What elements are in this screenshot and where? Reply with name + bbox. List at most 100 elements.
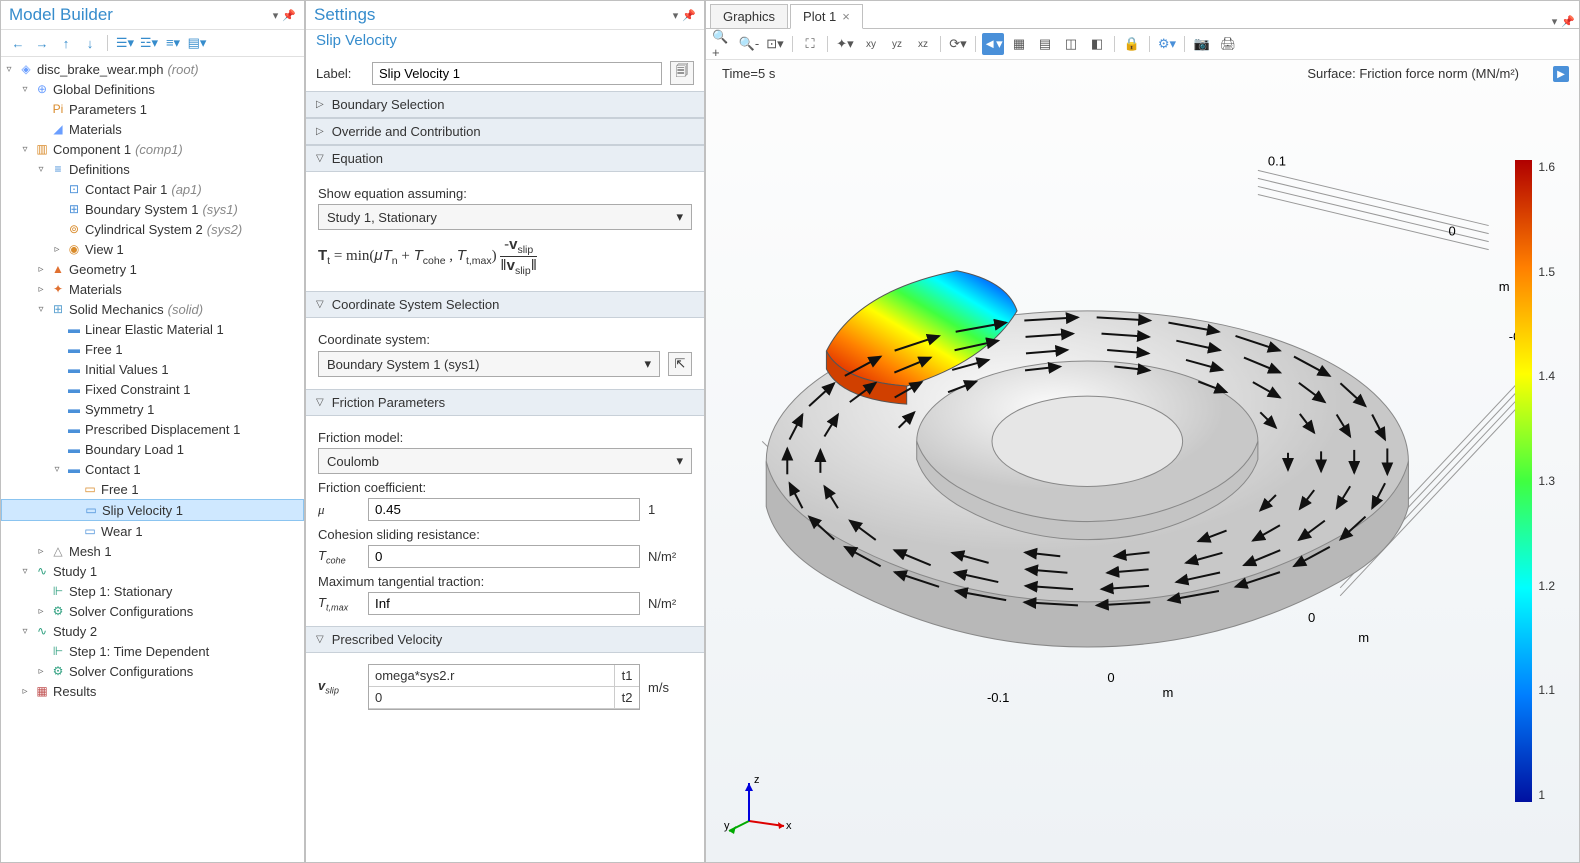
model-builder-toolbar: ← → ↑ ↓ ☰▾ ☲▾ ≡▾ ▤▾ bbox=[1, 30, 304, 57]
tree-item[interactable]: ▭Wear 1 bbox=[1, 521, 304, 541]
vslip-symbol: vslip bbox=[318, 678, 360, 696]
model-tree[interactable]: ▿◈disc_brake_wear.mph(root)▿⊕Global Defi… bbox=[1, 57, 304, 862]
settings-subtitle: Slip Velocity bbox=[306, 30, 704, 55]
section-boundary-selection[interactable]: ▷Boundary Selection bbox=[306, 91, 704, 118]
eq-assume-select[interactable]: Study 1, Stationary▾ bbox=[318, 204, 692, 230]
back-button[interactable]: ← bbox=[9, 34, 27, 52]
tree-item[interactable]: ▿∿Study 1 bbox=[1, 561, 304, 581]
ttmax-symbol: Tt,max bbox=[318, 595, 360, 613]
tree-item[interactable]: ▹◉View 1 bbox=[1, 239, 304, 259]
list-button[interactable]: ≡▾ bbox=[164, 34, 182, 52]
tree-item[interactable]: ▿⊕Global Definitions bbox=[1, 79, 304, 99]
ttmax-label: Maximum tangential traction: bbox=[318, 574, 692, 589]
view-yz-icon[interactable]: yz bbox=[886, 33, 908, 55]
section-override[interactable]: ▷Override and Contribution bbox=[306, 118, 704, 145]
tree-item[interactable]: ▬Initial Values 1 bbox=[1, 359, 304, 379]
zoom-extents-icon[interactable]: ⊡▾ bbox=[764, 33, 786, 55]
section-prescribed[interactable]: ▽Prescribed Velocity bbox=[306, 626, 704, 653]
tcohe-label: Cohesion sliding resistance: bbox=[318, 527, 692, 542]
tree-item[interactable]: ▬Fixed Constraint 1 bbox=[1, 379, 304, 399]
tree-item[interactable]: ▿◈disc_brake_wear.mph(root) bbox=[1, 59, 304, 79]
tree-item[interactable]: ▿⊞Solid Mechanics(solid) bbox=[1, 299, 304, 319]
friction-model-label: Friction model: bbox=[318, 430, 692, 445]
view-default-icon[interactable]: ✦▾ bbox=[834, 33, 856, 55]
settings-icon[interactable]: ⚙▾ bbox=[1156, 33, 1178, 55]
section-friction[interactable]: ▽Friction Parameters bbox=[306, 389, 704, 416]
label-edit-button[interactable]: 🗐 bbox=[670, 61, 694, 85]
ttmax-input[interactable] bbox=[368, 592, 640, 615]
svg-text:m: m bbox=[1358, 630, 1369, 645]
zoom-out-icon[interactable]: 🔍- bbox=[738, 33, 760, 55]
zoom-in-icon[interactable]: 🔍+ bbox=[712, 33, 734, 55]
grid-icon[interactable]: ▤ bbox=[1034, 33, 1056, 55]
view-button[interactable]: ▤▾ bbox=[188, 34, 206, 52]
lock-icon[interactable]: 🔒 bbox=[1121, 33, 1143, 55]
tree-item[interactable]: ⊩Step 1: Stationary bbox=[1, 581, 304, 601]
up-button[interactable]: ↑ bbox=[57, 34, 75, 52]
tree-item[interactable]: PiParameters 1 bbox=[1, 99, 304, 119]
coord-select[interactable]: Boundary System 1 (sys1)▾ bbox=[318, 351, 660, 377]
transparency-icon[interactable]: ◧ bbox=[1086, 33, 1108, 55]
coord-goto-button[interactable]: ⇱ bbox=[668, 352, 692, 376]
tree-item[interactable]: ▹△Mesh 1 bbox=[1, 541, 304, 561]
forward-button[interactable]: → bbox=[33, 34, 51, 52]
tree-item[interactable]: ▿▥Component 1(comp1) bbox=[1, 139, 304, 159]
tab-graphics[interactable]: Graphics bbox=[710, 4, 788, 29]
down-button[interactable]: ↓ bbox=[81, 34, 99, 52]
section-coord-sys[interactable]: ▽Coordinate System Selection bbox=[306, 291, 704, 318]
tree-item[interactable]: ⊡Contact Pair 1(ap1) bbox=[1, 179, 304, 199]
tree-item[interactable]: ▭Free 1 bbox=[1, 479, 304, 499]
tree-item[interactable]: ▬Boundary Load 1 bbox=[1, 439, 304, 459]
expand-button[interactable]: ☰▾ bbox=[116, 34, 134, 52]
camera-icon[interactable]: 📷 bbox=[1191, 33, 1213, 55]
section-equation[interactable]: ▽Equation bbox=[306, 145, 704, 172]
tree-item[interactable]: ▬Linear Elastic Material 1 bbox=[1, 319, 304, 339]
tree-item[interactable]: ⊚Cylindrical System 2(sys2) bbox=[1, 219, 304, 239]
pin-icon[interactable]: 📌 bbox=[282, 9, 296, 22]
tree-item[interactable]: ▬Symmetry 1 bbox=[1, 399, 304, 419]
tree-item[interactable]: ▹⚙Solver Configurations bbox=[1, 601, 304, 621]
tree-item[interactable]: ◢Materials bbox=[1, 119, 304, 139]
settings-body: Label: 🗐 ▷Boundary Selection ▷Override a… bbox=[306, 55, 704, 862]
tree-item[interactable]: ▿∿Study 2 bbox=[1, 621, 304, 641]
dropdown-icon[interactable]: ▾ bbox=[273, 9, 279, 22]
tree-item[interactable]: ▭Slip Velocity 1 bbox=[1, 499, 304, 521]
tree-item[interactable]: ⊞Boundary System 1(sys1) bbox=[1, 199, 304, 219]
plot-svg: 0.1 0 -0.1 m 0 m 0 m -0.1 bbox=[706, 60, 1579, 843]
tree-item[interactable]: ▹✦Materials bbox=[1, 279, 304, 299]
tree-item[interactable]: ▿≡Definitions bbox=[1, 159, 304, 179]
dropdown-icon[interactable]: ▾ bbox=[673, 9, 679, 22]
pin-icon[interactable]: 📌 bbox=[682, 9, 696, 22]
view-xz-icon[interactable]: xz bbox=[912, 33, 934, 55]
dropdown-icon[interactable]: ▾ bbox=[1552, 15, 1558, 28]
ttmax-unit: N/m² bbox=[648, 596, 692, 611]
mu-symbol: μ bbox=[318, 502, 360, 518]
print-icon[interactable]: 🖨 bbox=[1217, 33, 1239, 55]
vslip-table[interactable]: omega*sys2.rt1 0t2 bbox=[368, 664, 640, 710]
pin-icon[interactable]: 📌 bbox=[1561, 15, 1575, 28]
mesh-icon[interactable]: ◫ bbox=[1060, 33, 1082, 55]
close-icon[interactable]: × bbox=[842, 9, 850, 24]
tree-item[interactable]: ▹▲Geometry 1 bbox=[1, 259, 304, 279]
tree-item[interactable]: ▿▬Contact 1 bbox=[1, 459, 304, 479]
tree-item[interactable]: ⊩Step 1: Time Dependent bbox=[1, 641, 304, 661]
label-input[interactable] bbox=[372, 62, 662, 85]
model-builder-header: Model Builder ▾ 📌 bbox=[1, 1, 304, 30]
collapse-button[interactable]: ☲▾ bbox=[140, 34, 158, 52]
model-builder-panel: Model Builder ▾ 📌 ← → ↑ ↓ ☰▾ ☲▾ ≡▾ ▤▾ ▿◈… bbox=[0, 0, 305, 863]
tree-item[interactable]: ▬Prescribed Displacement 1 bbox=[1, 419, 304, 439]
axis-triad: x y z bbox=[724, 771, 794, 844]
tab-plot1[interactable]: Plot 1× bbox=[790, 4, 863, 29]
rotate-icon[interactable]: ⟳▾ bbox=[947, 33, 969, 55]
zoom-box-icon[interactable]: ⛶ bbox=[799, 33, 821, 55]
graphics-canvas[interactable]: Time=5 s Surface: Friction force norm (M… bbox=[706, 60, 1579, 862]
tcohe-input[interactable] bbox=[368, 545, 640, 568]
tree-item[interactable]: ▹▦Results bbox=[1, 681, 304, 701]
tree-item[interactable]: ▬Free 1 bbox=[1, 339, 304, 359]
tree-item[interactable]: ▹⚙Solver Configurations bbox=[1, 661, 304, 681]
mu-input[interactable] bbox=[368, 498, 640, 521]
friction-model-select[interactable]: Coulomb▾ bbox=[318, 448, 692, 474]
view-xy-icon[interactable]: xy bbox=[860, 33, 882, 55]
select-icon[interactable]: ◄▾ bbox=[982, 33, 1004, 55]
wireframe-icon[interactable]: ▦ bbox=[1008, 33, 1030, 55]
